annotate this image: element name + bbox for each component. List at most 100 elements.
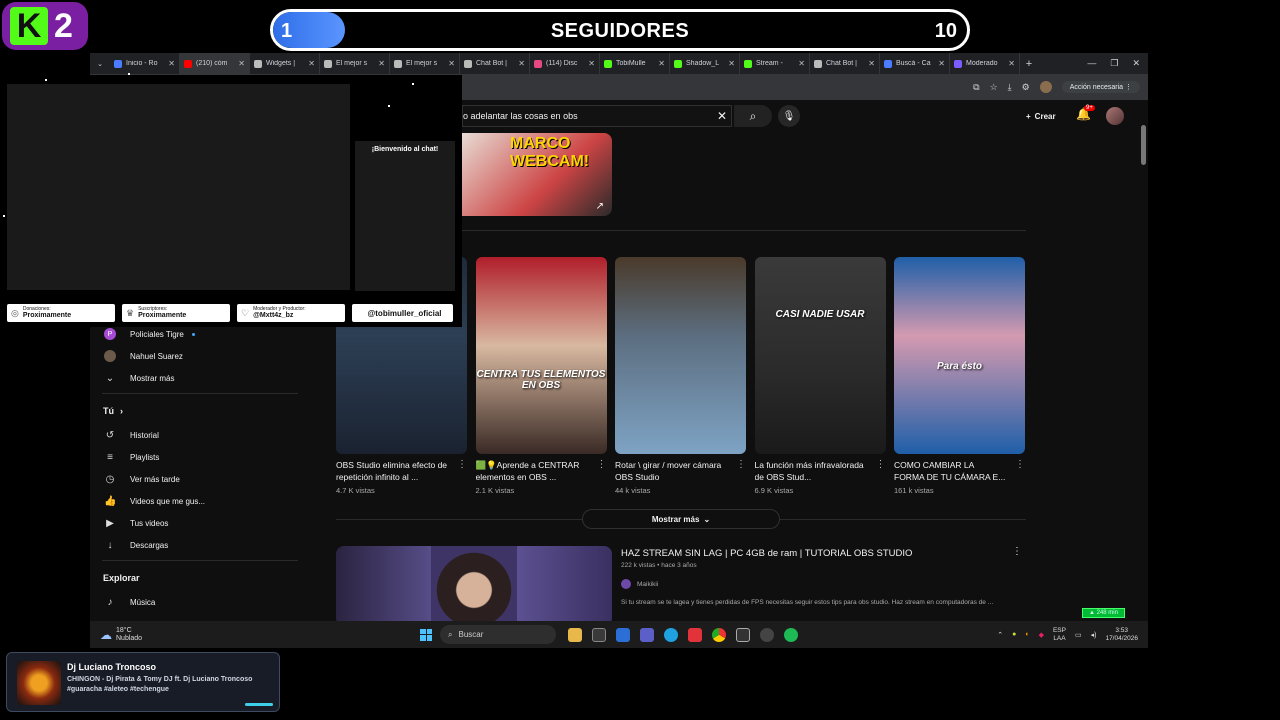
sidebar-item[interactable]: ▶ Tus videos — [90, 512, 310, 534]
new-tab-button[interactable]: + — [1020, 58, 1038, 70]
spotify-icon[interactable] — [784, 627, 798, 642]
sidebar-item[interactable]: 👍 Videos que me gus... — [90, 490, 310, 512]
edge-icon[interactable] — [664, 627, 678, 642]
tab-close-icon[interactable]: ✕ — [658, 59, 665, 68]
tray-app-icon[interactable]: ◆ — [1039, 631, 1044, 639]
short-card[interactable]: CENTRA TUS ELEMENTOS EN OBS 🟩💡Aprende a C… — [475, 257, 607, 495]
volume-icon[interactable]: ◂) — [1091, 631, 1097, 639]
short-title[interactable]: OBS Studio elimina efecto de repetición … — [336, 459, 448, 483]
tab-close-icon[interactable]: ✕ — [868, 59, 875, 68]
voice-search-button[interactable]: 🎙 — [778, 105, 800, 127]
browser-tab[interactable]: El mejor s ✕ — [390, 53, 460, 74]
more-options-icon[interactable]: ⋮ — [597, 459, 607, 483]
store-icon[interactable] — [592, 627, 606, 642]
tab-close-icon[interactable]: ✕ — [588, 59, 595, 68]
sidebar-item[interactable]: ↓ Descargas — [90, 534, 310, 556]
close-window-icon[interactable]: ✕ — [1132, 58, 1140, 69]
create-button[interactable]: + Crear — [1018, 105, 1064, 127]
windows-start-icon[interactable] — [420, 628, 432, 641]
sidebar-item[interactable]: ♪ Música — [90, 591, 310, 613]
tab-close-icon[interactable]: ✕ — [308, 59, 315, 68]
short-thumbnail[interactable]: Para ésto — [894, 257, 1025, 454]
more-options-icon[interactable]: ⋮ — [457, 459, 467, 483]
video-channel[interactable]: Maikikii — [621, 579, 658, 589]
profile-avatar[interactable] — [1039, 81, 1052, 93]
short-card[interactable]: CASI NADIE USAR La función más infravalor… — [754, 257, 886, 495]
tab-search-icon[interactable]: ⌄ — [90, 60, 110, 68]
sidebar-item[interactable]: ≡ Playlists — [90, 446, 310, 468]
monitor-icon[interactable]: ▭ — [1075, 631, 1082, 639]
short-card[interactable]: Rotar \ girar / mover cámara OBS Studio ⋮… — [615, 257, 746, 495]
sidebar-item[interactable]: ◷ Ver más tarde — [90, 468, 310, 490]
short-thumbnail[interactable] — [615, 257, 746, 454]
short-title[interactable]: 🟩💡Aprende a CENTRAR elementos en OBS ... — [476, 459, 588, 483]
clock[interactable]: 3:53 17/04/2026 — [1105, 627, 1138, 643]
browser-tab[interactable]: Buscá - Ca ✕ — [880, 53, 950, 74]
browser-tab[interactable]: (114) Disc ✕ — [530, 53, 600, 74]
sidebar-you-heading[interactable]: Tú › — [90, 398, 310, 424]
short-title[interactable]: COMO CAMBIAR LA FORMA DE TU CÁMARA E... — [894, 459, 1006, 483]
search-input[interactable]: o adelantar las cosas en obs ✕ — [462, 105, 732, 127]
bookmark-star-icon[interactable]: ☆ — [990, 82, 998, 93]
video-more-icon[interactable]: ⋮ — [1012, 546, 1022, 557]
chrome-icon[interactable] — [712, 627, 726, 642]
sidebar-channel[interactable]: Nahuel Suarez — [90, 345, 310, 367]
action-needed-button[interactable]: Acción necesaria ⋮ — [1061, 81, 1140, 93]
app-icon[interactable] — [688, 627, 702, 642]
cast-icon[interactable]: ⧉ — [973, 82, 979, 93]
browser-tab[interactable]: Inicio - Ro ✕ — [110, 53, 180, 74]
page-scrollbar[interactable] — [1141, 125, 1146, 165]
weather-widget[interactable]: ☁ 18°C Nublado — [90, 627, 420, 643]
extensions-icon[interactable]: ⚙ — [1022, 82, 1030, 93]
tab-close-icon[interactable]: ✕ — [168, 59, 175, 68]
browser-tab[interactable]: Chat Bot | ✕ — [810, 53, 880, 74]
account-avatar[interactable] — [1106, 107, 1124, 125]
chevron-up-icon[interactable]: ⌃ — [997, 631, 1003, 639]
search-button[interactable]: ⌕ — [734, 105, 772, 127]
sidebar-item[interactable]: ↺ Historial — [90, 424, 310, 446]
video-thumbnail[interactable] — [336, 546, 612, 626]
short-title[interactable]: Rotar \ girar / mover cámara OBS Studio — [615, 459, 727, 483]
file-explorer-icon[interactable] — [568, 627, 582, 642]
teams-icon[interactable] — [640, 627, 654, 642]
tab-close-icon[interactable]: ✕ — [448, 59, 455, 68]
tab-close-icon[interactable]: ✕ — [238, 59, 245, 68]
tab-close-icon[interactable]: ✕ — [518, 59, 525, 68]
browser-tab[interactable]: El mejor s ✕ — [320, 53, 390, 74]
browser-tab[interactable]: Chat Bot | ✕ — [460, 53, 530, 74]
taskbar-search[interactable]: ⌕ Buscar — [440, 625, 556, 644]
browser-tab[interactable]: Stream - ✕ — [740, 53, 810, 74]
browser-tab[interactable]: Widgets | ✕ — [250, 53, 320, 74]
browser-tab[interactable]: Moderado ✕ — [950, 53, 1020, 74]
download-icon[interactable]: ⤓ — [1008, 82, 1012, 93]
sidebar-show-more[interactable]: ⌄ Mostrar más — [90, 367, 310, 389]
tray-app-icon[interactable]: ◐ — [1025, 631, 1029, 638]
video-title[interactable]: HAZ STREAM SIN LAG | PC 4GB de ram | TUT… — [621, 548, 912, 559]
browser-tab[interactable]: Shadow_L ✕ — [670, 53, 740, 74]
audio-meter-icon[interactable] — [736, 627, 750, 642]
clear-search-icon[interactable]: ✕ — [713, 109, 731, 123]
more-options-icon[interactable]: ⋮ — [1015, 459, 1025, 483]
language-indicator[interactable]: ESP LAA — [1053, 627, 1066, 643]
obs-icon[interactable] — [760, 627, 774, 642]
tab-close-icon[interactable]: ✕ — [728, 59, 735, 68]
minimize-icon[interactable]: — — [1087, 58, 1096, 69]
mail-icon[interactable] — [616, 627, 630, 642]
tab-close-icon[interactable]: ✕ — [1008, 59, 1015, 68]
goal-target: 10 — [934, 20, 957, 42]
top-video-thumbnail[interactable]: MARCO WEBCAM! ↗ — [462, 133, 612, 216]
browser-tab[interactable]: TobiMulle ✕ — [600, 53, 670, 74]
shorts-show-more-button[interactable]: Mostrar más ⌄ — [582, 509, 780, 529]
tray-app-icon[interactable]: ● — [1012, 631, 1016, 638]
tab-close-icon[interactable]: ✕ — [798, 59, 805, 68]
short-thumbnail[interactable]: CASI NADIE USAR — [754, 257, 886, 454]
restore-icon[interactable]: ❐ — [1110, 58, 1118, 69]
tab-close-icon[interactable]: ✕ — [938, 59, 945, 68]
tab-close-icon[interactable]: ✕ — [378, 59, 385, 68]
short-card[interactable]: Para ésto COMO CAMBIAR LA FORMA DE TU CÁM… — [894, 257, 1025, 495]
short-thumbnail[interactable]: CENTRA TUS ELEMENTOS EN OBS — [475, 257, 607, 454]
more-options-icon[interactable]: ⋮ — [876, 459, 886, 483]
more-options-icon[interactable]: ⋮ — [736, 459, 746, 483]
browser-tab[interactable]: (210) cóm ✕ — [180, 53, 250, 74]
short-title[interactable]: La función más infravalorada de OBS Stud… — [755, 459, 867, 483]
